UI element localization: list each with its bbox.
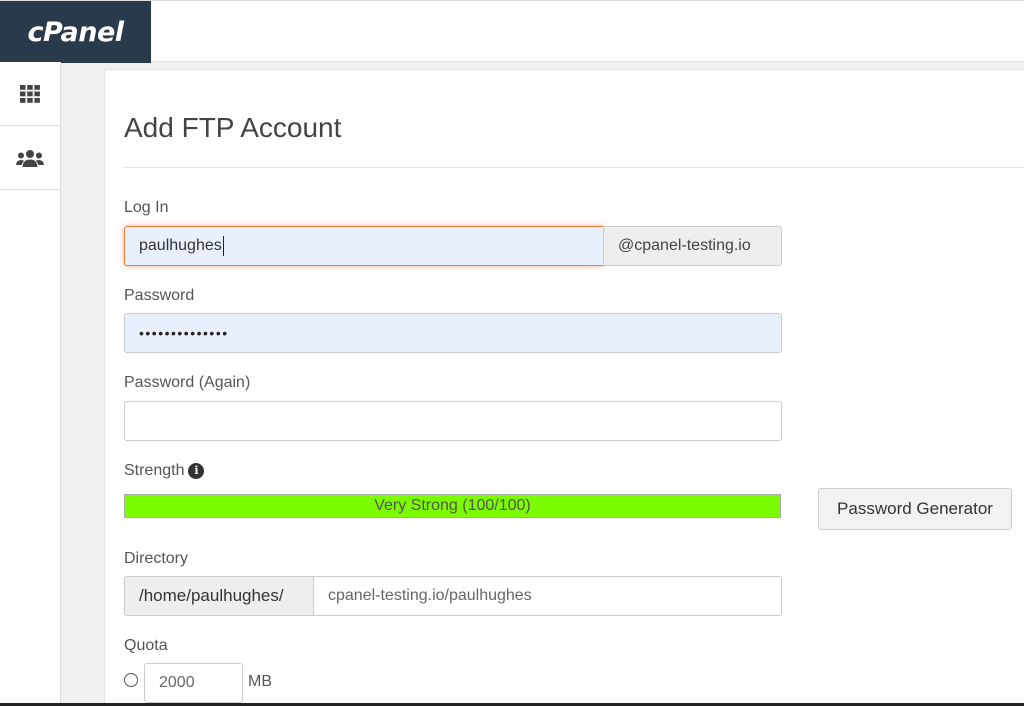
- quota-input[interactable]: 2000: [144, 663, 243, 703]
- sidebar: [0, 62, 61, 706]
- password-mask: ••••••••••••••: [139, 325, 229, 341]
- title-divider: [124, 167, 1024, 168]
- directory-value: cpanel-testing.io/paulhughes: [328, 587, 532, 604]
- directory-prefix: /home/paulhughes/: [124, 576, 314, 616]
- page-title: Add FTP Account: [124, 112, 342, 143]
- sidebar-item-home[interactable]: [0, 62, 60, 126]
- quota-label: Quota: [124, 637, 168, 654]
- quota-unit: MB: [248, 673, 272, 690]
- password-again-label: Password (Again): [124, 374, 251, 391]
- quota-value: 2000: [159, 674, 195, 691]
- password-label: Password: [124, 287, 195, 304]
- sidebar-item-users[interactable]: [0, 126, 60, 190]
- login-label: Log In: [124, 199, 169, 216]
- directory-input[interactable]: cpanel-testing.io/paulhughes: [313, 576, 782, 616]
- text-caret: [222, 236, 224, 256]
- domain-suffix: @cpanel-testing.io: [603, 226, 782, 266]
- logo-text: cPanel: [27, 16, 124, 48]
- login-value: paulhughes: [139, 237, 222, 254]
- top-bar: cPanel: [0, 0, 1024, 63]
- password-input[interactable]: ••••••••••••••: [124, 313, 782, 353]
- directory-label: Directory: [124, 550, 189, 567]
- password-again-input[interactable]: [124, 401, 782, 441]
- quota-limit-radio[interactable]: [124, 673, 138, 687]
- strength-label: Strength: [124, 462, 185, 479]
- strength-meter: Very Strong (100/100): [124, 494, 781, 518]
- login-input[interactable]: paulhughes: [124, 226, 604, 266]
- users-icon: [16, 149, 44, 167]
- strength-text: Very Strong (100/100): [374, 497, 531, 514]
- password-generator-button[interactable]: Password Generator: [818, 488, 1012, 530]
- strength-label-row: Strength i: [124, 462, 205, 480]
- add-ftp-panel: Add FTP Account Log In paulhughes @cpane…: [104, 69, 1024, 706]
- cpanel-logo[interactable]: cPanel: [0, 1, 151, 63]
- info-icon[interactable]: i: [188, 463, 205, 479]
- grid-icon: [20, 84, 40, 103]
